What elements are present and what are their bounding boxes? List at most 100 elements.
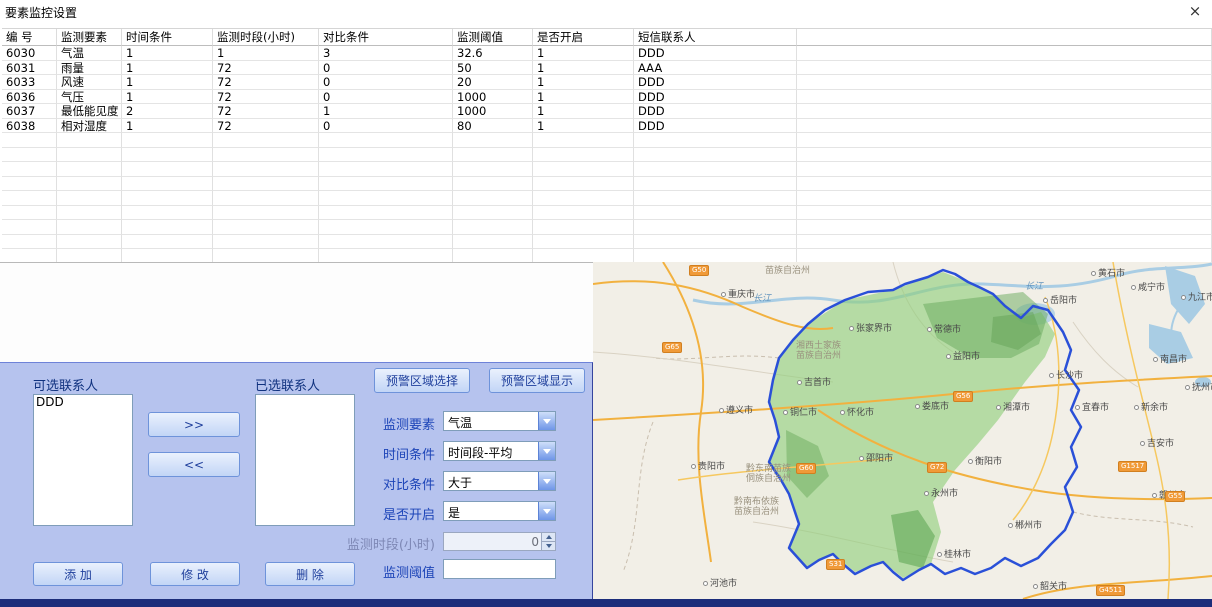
column-header[interactable]: 时间条件 (122, 29, 213, 46)
enabled-combo[interactable]: 是 (443, 501, 556, 521)
city-label: 贵阳市 (691, 459, 725, 472)
column-header[interactable]: 监测要素 (57, 29, 122, 46)
table-cell: 3 (319, 46, 453, 61)
table-cell (533, 206, 634, 221)
city-label: 重庆市 (721, 287, 755, 300)
city-dot-icon (840, 410, 845, 415)
city-dot-icon (1181, 295, 1186, 300)
move-right-button[interactable]: >> (148, 412, 240, 437)
table-cell: DDD (634, 75, 797, 90)
table-row[interactable] (2, 162, 1212, 177)
table-cell (57, 133, 122, 148)
table-cell: 0 (319, 75, 453, 90)
table-row[interactable] (2, 206, 1212, 221)
table-row[interactable] (2, 177, 1212, 192)
monitor-element-combo[interactable]: 气温 (443, 411, 556, 431)
table-row[interactable]: 6036气压172010001DDD (2, 90, 1212, 105)
column-header[interactable]: 短信联系人 (634, 29, 797, 46)
list-item[interactable]: DDD (34, 395, 132, 409)
table-row[interactable]: 6037最低能见度272110001DDD (2, 104, 1212, 119)
table-cell (453, 133, 533, 148)
table-cell: 最低能见度 (57, 104, 122, 119)
column-header[interactable]: 是否开启 (533, 29, 634, 46)
city-dot-icon (1131, 285, 1136, 290)
spinner-down-icon[interactable] (541, 542, 555, 551)
column-header[interactable]: 对比条件 (319, 29, 453, 46)
table-cell (634, 148, 797, 163)
chevron-down-icon[interactable] (538, 442, 555, 460)
table-row[interactable]: 6031雨量1720501AAA (2, 61, 1212, 76)
table-cell: 80 (453, 119, 533, 134)
left-blank-area (0, 263, 593, 362)
warn-area-show-button[interactable]: 预警区域显示 (489, 368, 585, 393)
warn-area-select-button[interactable]: 预警区域选择 (374, 368, 470, 393)
available-list[interactable]: DDD (33, 394, 133, 526)
threshold-input[interactable] (443, 559, 556, 579)
table-cell: 1 (213, 46, 319, 61)
table-cell: 气温 (57, 46, 122, 61)
table-cell (797, 235, 1212, 250)
move-left-button[interactable]: << (148, 452, 240, 477)
modify-button[interactable]: 修 改 (150, 562, 240, 586)
city-dot-icon (1185, 385, 1190, 390)
city-label: 桂林市 (937, 547, 971, 560)
table-cell: 1 (533, 90, 634, 105)
table-cell (797, 191, 1212, 206)
period-spinner[interactable]: 0 (443, 532, 556, 551)
road-shield: G1517 (1118, 461, 1147, 472)
map[interactable]: 苗族自治州重庆市长江长江黄石市咸宁市九江市岳阳市常德市张家界市湘西土家族苗族自治… (593, 262, 1212, 599)
column-header[interactable]: 监测阈值 (453, 29, 533, 46)
column-header[interactable]: 监测时段(小时) (213, 29, 319, 46)
table-cell: 1 (533, 61, 634, 76)
table-cell: 72 (213, 61, 319, 76)
city-label: 抚州市 (1185, 380, 1212, 393)
table-cell: 相对湿度 (57, 119, 122, 134)
city-label: 韶关市 (1033, 579, 1067, 592)
column-header[interactable]: 编 号 (2, 29, 57, 46)
chevron-down-icon[interactable] (538, 412, 555, 430)
table-row[interactable] (2, 220, 1212, 235)
table-cell: DDD (634, 104, 797, 119)
table-cell (319, 220, 453, 235)
city-label: 长沙市 (1049, 368, 1083, 381)
table-cell (213, 220, 319, 235)
table-row[interactable] (2, 191, 1212, 206)
area-label: 侗族自治州 (746, 471, 791, 484)
table-row[interactable] (2, 148, 1212, 163)
table-row[interactable]: 6033风速1720201DDD (2, 75, 1212, 90)
chevron-down-icon[interactable] (538, 502, 555, 520)
table-cell (634, 162, 797, 177)
table-cell: 1 (122, 119, 213, 134)
monitor-element-label: 监测要素 (335, 414, 435, 433)
city-dot-icon (797, 380, 802, 385)
table-cell (453, 191, 533, 206)
city-label: 益阳市 (946, 349, 980, 362)
table-cell: 1 (122, 46, 213, 61)
city-label: 黄石市 (1091, 266, 1125, 279)
table-row[interactable]: 6038相对湿度1720801DDD (2, 119, 1212, 134)
close-icon[interactable]: × (1184, 2, 1206, 20)
table-cell (213, 191, 319, 206)
road-shield: G56 (953, 391, 973, 402)
time-condition-combo[interactable]: 时间段-平均 (443, 441, 556, 461)
table-cell (533, 177, 634, 192)
table-cell: 72 (213, 104, 319, 119)
window-title: 要素监控设置 (5, 4, 77, 21)
combo-value: 时间段-平均 (448, 444, 512, 461)
table-cell: 0 (319, 90, 453, 105)
road-shield: G55 (1165, 491, 1185, 502)
table-row[interactable]: 6030气温11332.61DDD (2, 46, 1212, 61)
table-row[interactable] (2, 235, 1212, 250)
table-cell: 1 (533, 46, 634, 61)
table-row[interactable] (2, 133, 1212, 148)
add-button[interactable]: 添 加 (33, 562, 123, 586)
table-cell (2, 148, 57, 163)
compare-condition-combo[interactable]: 大于 (443, 471, 556, 491)
spinner-up-icon[interactable] (541, 533, 555, 542)
city-dot-icon (1049, 373, 1054, 378)
table-cell (533, 133, 634, 148)
city-dot-icon (924, 491, 929, 496)
table-cell: 50 (453, 61, 533, 76)
city-label: 吉安市 (1140, 436, 1174, 449)
chevron-down-icon[interactable] (538, 472, 555, 490)
